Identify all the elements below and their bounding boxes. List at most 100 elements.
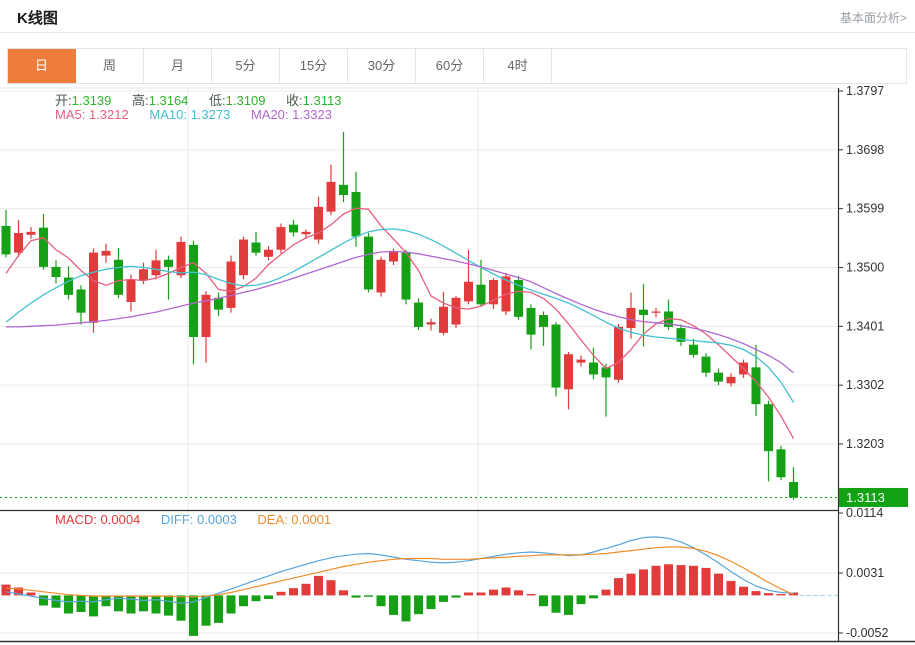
macd-bar	[39, 595, 48, 605]
candle-body	[402, 253, 411, 300]
candle-body	[477, 285, 486, 305]
macd-bar	[464, 593, 473, 596]
macd-bar	[452, 595, 461, 597]
candle-body	[89, 253, 98, 323]
candle-body	[564, 354, 573, 389]
price-tick-label: 1.3698	[846, 143, 884, 157]
macd-bar	[702, 568, 711, 596]
candle-body	[614, 327, 623, 380]
ma20-readout: MA20: 1.3323	[251, 107, 332, 122]
macd-bar	[777, 594, 786, 595]
macd-bar	[339, 590, 348, 595]
macd-bar	[552, 595, 561, 612]
price-tick-label: 1.3797	[846, 84, 884, 98]
macd-bar	[414, 595, 423, 614]
macd-bar	[139, 595, 148, 611]
macd-bar	[539, 595, 548, 606]
price-tick-label: 1.3500	[846, 260, 884, 274]
candle-body	[464, 282, 473, 302]
current-price-badge: 1.3113	[839, 488, 908, 507]
candle-body	[789, 482, 798, 497]
low-readout: 低:1.3109	[209, 93, 265, 108]
candle-body	[552, 325, 561, 388]
macd-bar	[164, 595, 173, 615]
current-price-label: 1.3113	[846, 490, 885, 505]
candle-body	[164, 260, 173, 267]
candle-body	[627, 308, 636, 328]
candle-body	[652, 311, 661, 312]
candle-body	[427, 322, 436, 324]
macd-bar	[627, 574, 636, 596]
macd-bar	[89, 595, 98, 616]
candle-body	[102, 251, 111, 256]
macd-bar	[314, 576, 323, 596]
dea-value-readout: DEA: 0.0001	[257, 512, 331, 527]
macd-bar	[302, 584, 311, 596]
macd-bar	[477, 593, 486, 596]
dea-line	[6, 547, 794, 597]
macd-bar	[352, 595, 361, 597]
candle-body	[727, 377, 736, 384]
macd-bar	[589, 595, 598, 598]
candle-body	[414, 303, 423, 327]
macd-tick-label: 0.0031	[846, 566, 884, 580]
high-readout: 高:1.3164	[132, 93, 188, 108]
candle-body	[389, 251, 398, 261]
candles	[2, 132, 799, 500]
candle-body	[302, 232, 311, 234]
macd-bar	[577, 595, 586, 604]
candle-body	[152, 260, 161, 275]
candle-body	[377, 260, 386, 293]
candle-body	[764, 404, 773, 451]
diff-value-readout: DIFF: 0.0003	[161, 512, 237, 527]
candle-body	[252, 243, 261, 253]
macd-bar	[277, 592, 286, 596]
macd-bar	[239, 595, 248, 606]
macd-bar	[752, 591, 761, 595]
candle-body	[452, 298, 461, 325]
candle-body	[27, 232, 36, 235]
close-readout: 收:1.3113	[286, 93, 341, 108]
macd-bar	[502, 588, 511, 596]
candle-body	[52, 267, 61, 277]
macd-bar	[364, 595, 373, 596]
candle-body	[327, 182, 336, 212]
macd-bar	[514, 590, 523, 595]
candle-body	[14, 233, 23, 253]
candle-body	[777, 449, 786, 477]
price-tick-label: 1.3203	[846, 437, 884, 451]
macd-bar	[739, 587, 748, 596]
price-tick-label: 1.3401	[846, 319, 884, 333]
macd-bar	[327, 580, 336, 595]
macd-bar	[714, 574, 723, 596]
macd-bar	[527, 594, 536, 595]
candle-body	[2, 226, 11, 255]
macd-bar	[439, 595, 448, 602]
macd-bar	[764, 593, 773, 595]
macd-bar	[614, 578, 623, 595]
macd-readout: MACD: 0.0004 DIFF: 0.0003 DEA: 0.0001	[55, 512, 348, 527]
kline-app: K线图 基本面分析> 日 周 月 5分 15分 30分 60分 4时 1.379…	[0, 0, 915, 645]
macd-bar	[389, 595, 398, 615]
ma5-line	[6, 208, 794, 439]
macd-bar	[227, 595, 236, 613]
macd-bar	[677, 565, 686, 595]
ma20-line	[6, 251, 794, 372]
macd-bar	[689, 566, 698, 596]
macd-tick-label: 0.0114	[846, 506, 883, 520]
candle-body	[177, 242, 186, 275]
candle-body	[702, 357, 711, 373]
candle-body	[352, 192, 361, 237]
candle-body	[714, 373, 723, 382]
candle-body	[589, 363, 598, 375]
price-tick-label: 1.3599	[846, 202, 884, 216]
candle-body	[577, 360, 586, 363]
macd-bar	[52, 595, 61, 607]
candle-body	[39, 228, 48, 267]
macd-bar	[264, 595, 273, 599]
axes	[0, 88, 915, 642]
candle-body	[277, 227, 286, 250]
macd-tick-label: -0.0052	[846, 626, 888, 640]
macd-bar	[202, 595, 211, 625]
candle-body	[77, 289, 86, 312]
